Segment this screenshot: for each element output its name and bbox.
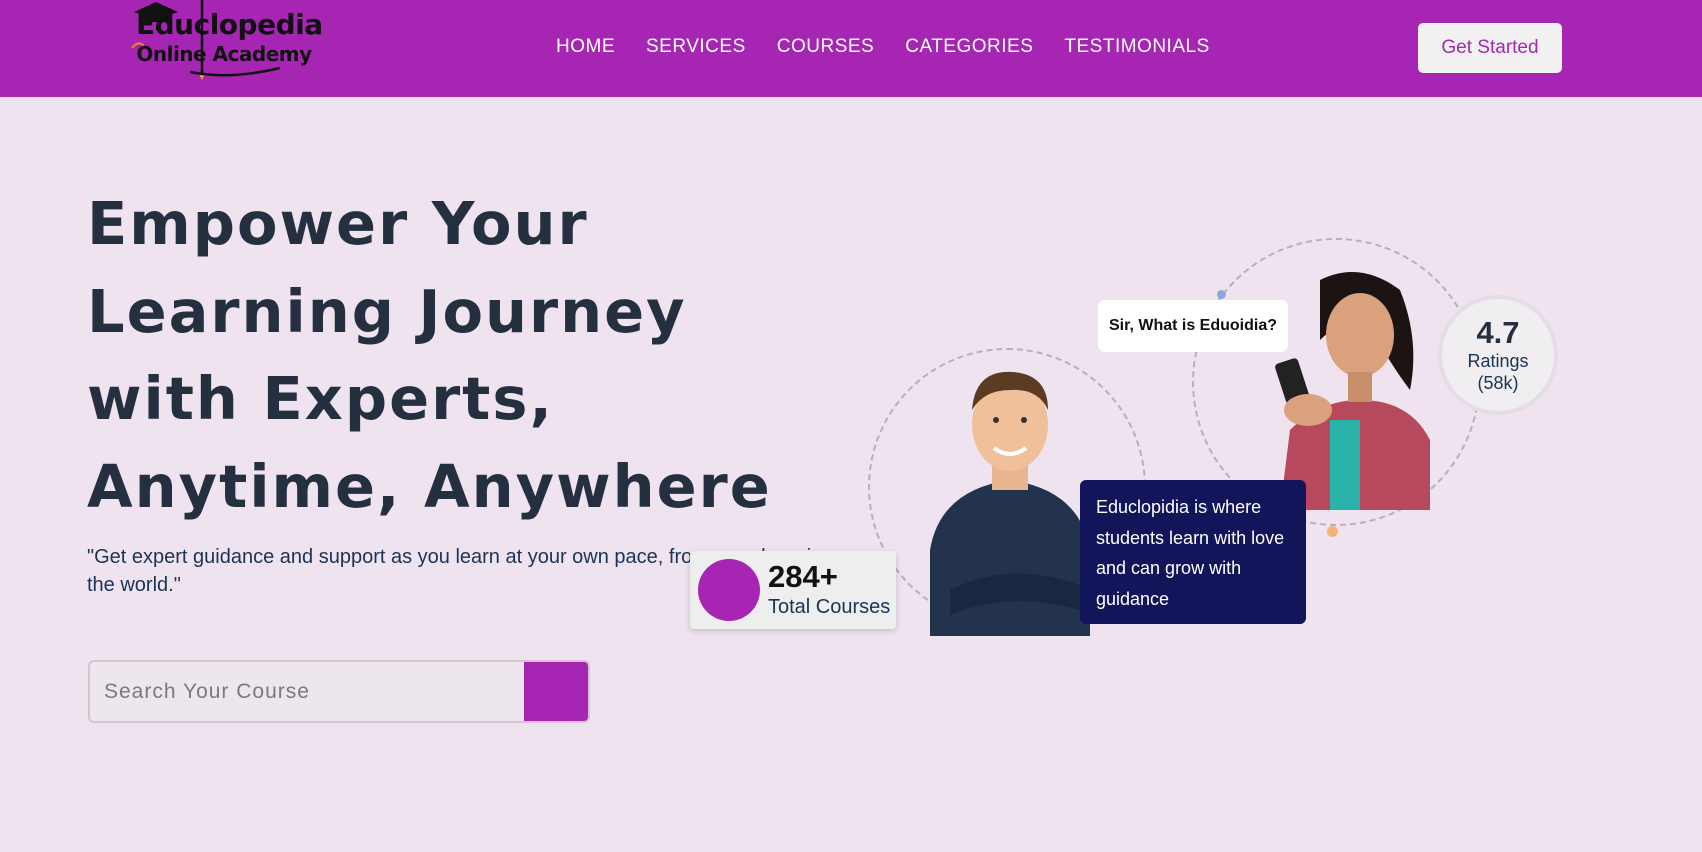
nav-services[interactable]: SERVICES	[646, 36, 746, 58]
rating-count: (58k)	[1477, 373, 1519, 393]
question-bubble: Sir, What is Eduoidia?	[1098, 300, 1288, 352]
get-started-button[interactable]: Get Started	[1418, 23, 1562, 73]
brand-logo[interactable]: Educlopedia Online Academy	[130, 0, 323, 82]
search-button[interactable]	[524, 662, 588, 721]
nav-testimonials[interactable]: TESTIMONIALS	[1064, 36, 1209, 58]
logo-subtitle: Online Academy	[136, 42, 312, 66]
course-search	[88, 660, 590, 723]
decor-dot-blue	[1217, 290, 1226, 299]
courses-stat-card: 284+ Total Courses	[690, 551, 896, 629]
top-navbar: Educlopedia Online Academy HOME SERVICES…	[0, 0, 1702, 97]
headline-line-1: Empower Your	[87, 189, 589, 258]
main-nav: HOME SERVICES COURSES CATEGORIES TESTIMO…	[556, 36, 1210, 58]
search-input[interactable]	[90, 662, 524, 721]
headline-line-2: Learning Journey	[87, 276, 687, 346]
logo-title: Educlopedia	[136, 8, 323, 41]
info-card: Educlopidia is where students learn with…	[1080, 480, 1306, 624]
headline-line-3: with Experts,	[87, 364, 554, 433]
nav-categories[interactable]: CATEGORIES	[905, 36, 1033, 58]
hero-headline: Empower Your Learning Journey with Exper…	[87, 180, 787, 530]
headline-line-4: Anytime, Anywhere	[87, 451, 772, 521]
rating-value: 4.7	[1476, 315, 1520, 350]
rating-badge: 4.7 Ratings (58k)	[1442, 299, 1554, 411]
courses-label: Total Courses	[768, 596, 891, 618]
courses-count: 284+	[768, 559, 838, 594]
rating-label: Ratings	[1467, 351, 1529, 371]
nav-home[interactable]: HOME	[556, 36, 615, 58]
courses-circle-icon	[698, 559, 760, 621]
hero-illustration: Sir, What is Eduoidia? Educlopidia is wh…	[690, 220, 1600, 660]
teacher-image	[930, 371, 1090, 636]
nav-courses[interactable]: COURSES	[777, 36, 874, 58]
decor-dot-orange	[1327, 526, 1338, 537]
student-image	[1275, 272, 1430, 510]
